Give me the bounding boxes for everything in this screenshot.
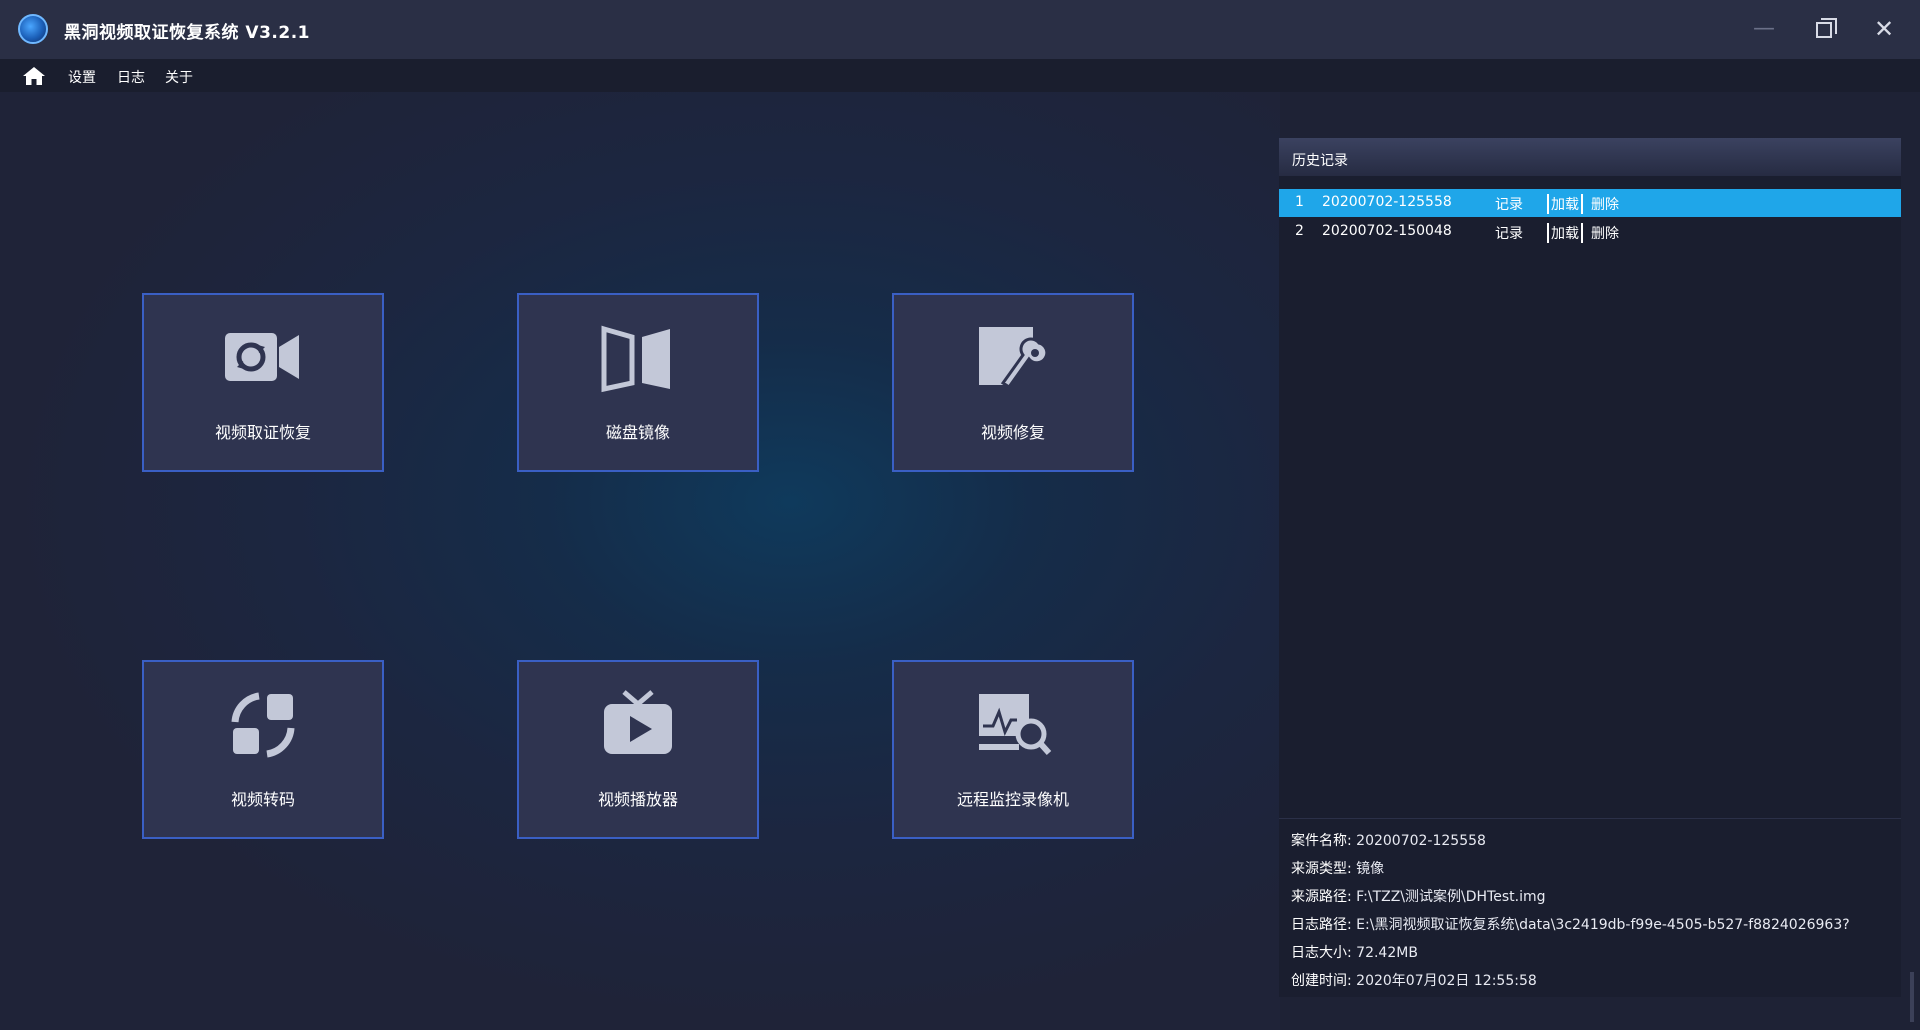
video-camera-icon	[225, 333, 299, 381]
detail-label: 来源类型:	[1291, 861, 1352, 877]
home-icon[interactable]	[22, 66, 46, 86]
menu-settings[interactable]: 设置	[68, 67, 96, 87]
tile-label: 视频修复	[980, 423, 1045, 442]
history-record-link[interactable]: 记录	[1495, 223, 1523, 243]
tv-play-icon	[604, 690, 672, 754]
detail-label: 来源路径:	[1291, 889, 1352, 905]
disk-mirror-icon	[601, 325, 670, 393]
history-row-name: 20200702-150048	[1322, 223, 1452, 239]
tile-label: 远程监控录像机	[956, 790, 1069, 809]
detail-value: 72.42MB	[1356, 945, 1418, 961]
history-row-index: 1	[1295, 194, 1304, 210]
minimize-button[interactable]: —	[1748, 14, 1780, 44]
detail-created-time: 创建时间: 2020年07月02日 12:55:58	[1291, 970, 1537, 990]
detail-label: 案件名称:	[1291, 833, 1352, 849]
history-row-name: 20200702-125558	[1322, 194, 1452, 210]
main-area	[0, 92, 1280, 1030]
detail-value: 20200702-125558	[1356, 833, 1486, 849]
tile-label: 视频转码	[230, 790, 295, 809]
detail-log-path: 日志路径: E:\黑洞视频取证恢复系统\data\3c2419db-f99e-4…	[1291, 914, 1850, 934]
tile-video-player[interactable]: 视频播放器	[517, 660, 759, 839]
detail-value: 2020年07月02日 12:55:58	[1356, 973, 1537, 989]
history-row[interactable]: 2 20200702-150048 记录 加载 删除	[1279, 218, 1901, 246]
menu-about[interactable]: 关于	[165, 67, 193, 87]
history-title: 历史记录	[1292, 153, 1348, 169]
scrollbar[interactable]	[1910, 972, 1914, 1022]
history-row[interactable]: 1 20200702-125558 记录 加载 删除	[1279, 189, 1901, 217]
menu-bar	[0, 59, 1920, 92]
history-load-link[interactable]: 加载	[1547, 223, 1583, 243]
detail-source-path: 来源路径: F:\TZZ\测试案例\DHTest.img	[1291, 886, 1545, 906]
tile-disk-image[interactable]: 磁盘镜像	[517, 293, 759, 472]
monitor-search-icon	[979, 694, 1052, 756]
menu-log[interactable]: 日志	[117, 67, 145, 87]
detail-label: 日志大小:	[1291, 945, 1352, 961]
app-logo	[18, 14, 48, 44]
detail-label: 日志路径:	[1291, 917, 1352, 933]
detail-value: F:\TZZ\测试案例\DHTest.img	[1356, 889, 1546, 905]
transcode-icon	[231, 692, 295, 758]
history-load-link[interactable]: 加载	[1547, 194, 1583, 214]
tile-label: 视频播放器	[597, 790, 678, 809]
close-button[interactable]: ✕	[1868, 14, 1900, 44]
tile-video-transcode[interactable]: 视频转码	[142, 660, 384, 839]
detail-log-size: 日志大小: 72.42MB	[1291, 942, 1418, 962]
detail-value: E:\黑洞视频取证恢复系统\data\3c2419db-f99e-4505-b5…	[1356, 917, 1850, 933]
history-delete-link[interactable]: 删除	[1591, 194, 1619, 214]
maximize-icon	[1816, 18, 1837, 38]
detail-value: 镜像	[1356, 861, 1385, 877]
app-title: 黑洞视频取证恢复系统 V3.2.1	[64, 23, 310, 43]
tile-video-repair[interactable]: 视频修复	[892, 293, 1134, 472]
detail-case-name: 案件名称: 20200702-125558	[1291, 830, 1486, 850]
tile-video-recovery[interactable]: 视频取证恢复	[142, 293, 384, 472]
history-record-link[interactable]: 记录	[1495, 194, 1523, 214]
history-row-index: 2	[1295, 223, 1304, 239]
detail-source-type: 来源类型: 镜像	[1291, 858, 1384, 878]
tile-label: 磁盘镜像	[605, 423, 670, 442]
edit-wrench-icon	[979, 327, 1049, 390]
history-header	[1279, 138, 1901, 176]
tile-label: 视频取证恢复	[214, 423, 311, 442]
history-delete-link[interactable]: 删除	[1591, 223, 1619, 243]
detail-label: 创建时间:	[1291, 973, 1352, 989]
tile-remote-nvr[interactable]: 远程监控录像机	[892, 660, 1134, 839]
maximize-button[interactable]	[1808, 14, 1840, 44]
